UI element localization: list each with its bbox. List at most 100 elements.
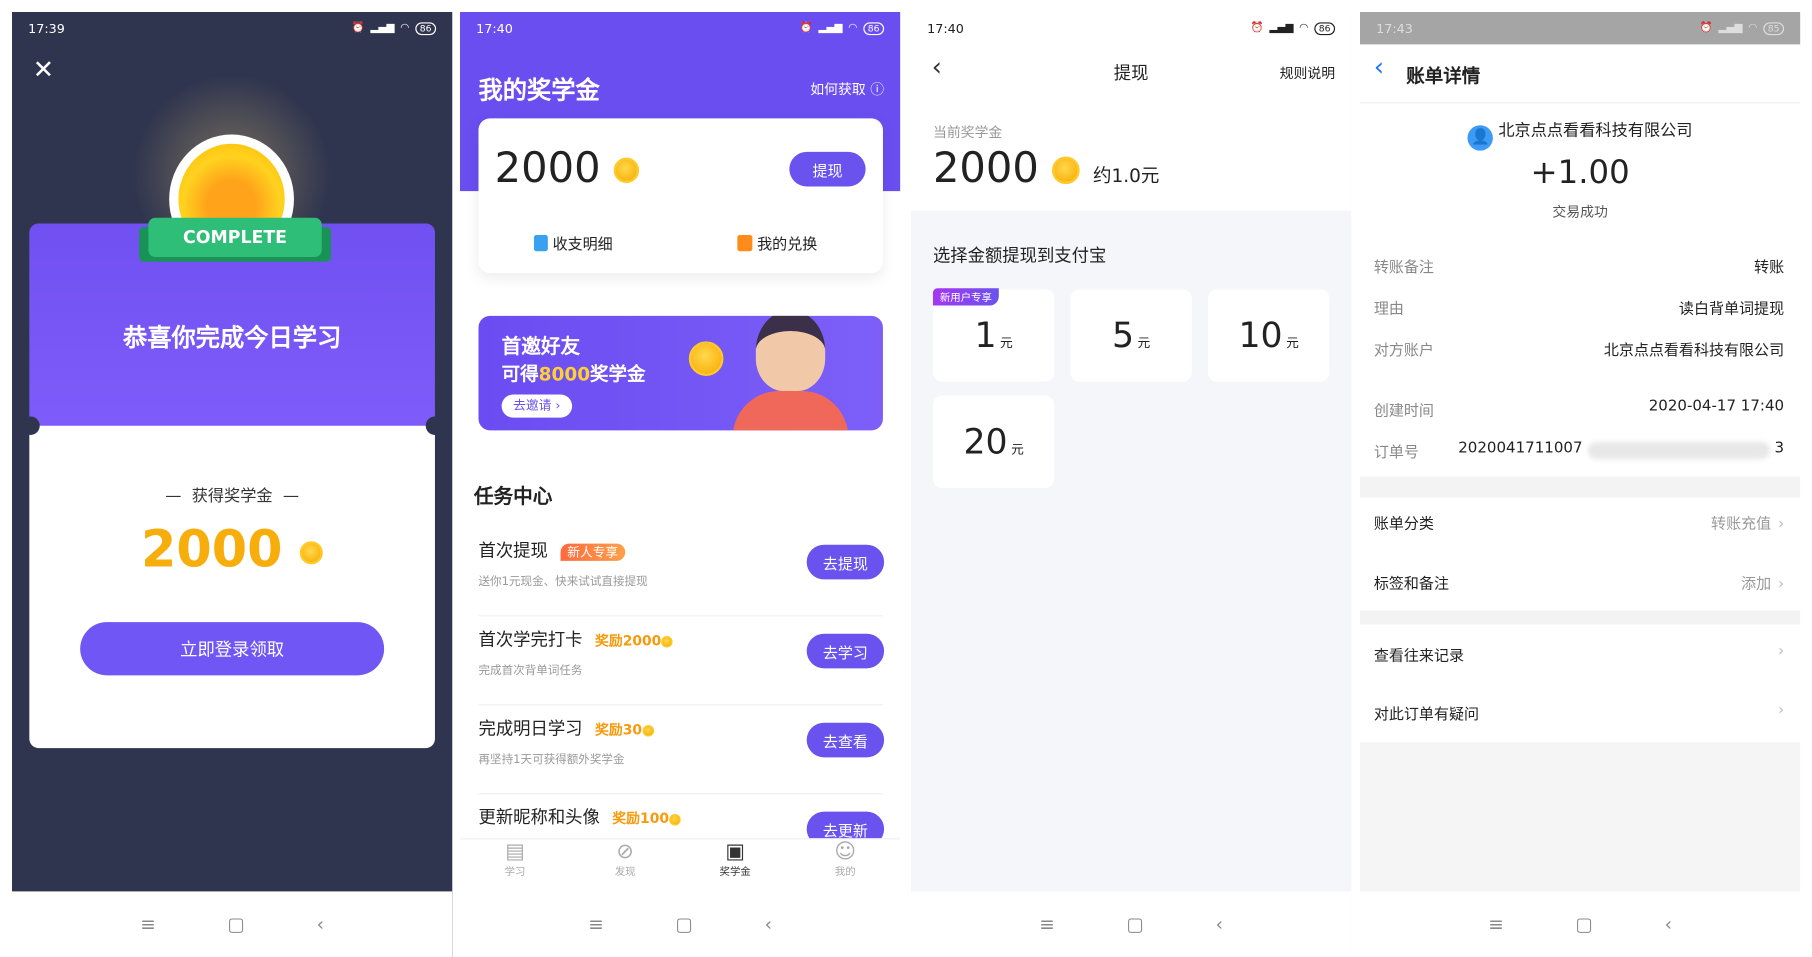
time: 17:40 [927,20,964,36]
alarm-icon: ⏰ [1699,21,1713,34]
home-icon[interactable]: ▢ [675,913,692,935]
invite-button[interactable]: 去邀请 › [501,394,572,418]
history-row[interactable]: 查看往来记录 › [1374,642,1784,664]
task-reward: 奖励2000 [595,632,673,648]
home-icon[interactable]: ▢ [227,913,244,935]
balance: 2000 约1.0元 [932,144,1160,192]
status-bar: 17:40 ⏰ ▂▄▆ ◠ 86 [911,12,1351,44]
home-icon[interactable]: ▢ [1575,913,1592,935]
divider [478,614,883,616]
menu-icon[interactable]: ≡ [1039,913,1054,935]
tab-discover[interactable]: ⊘ 发现 [570,839,680,891]
rules-link[interactable]: 规则说明 [1280,62,1335,82]
login-claim-button[interactable]: 立即登录领取 [79,621,384,675]
menu-icon[interactable]: ≡ [588,913,603,935]
tab-scholarship[interactable]: ▣ 奖学金 [680,839,790,891]
wifi-icon: ◠ [1748,21,1758,34]
coin-icon [613,157,640,183]
banner-line2: 可得8000奖学金 [501,362,646,385]
system-nav-bar: ≡ ▢ ‹ [460,890,901,957]
redacted-blur [1587,441,1770,459]
ledger-icon [533,234,548,251]
divider [478,792,883,794]
header-divider [1360,101,1801,103]
task-title: 完成明日学习 [478,717,583,739]
amount-option[interactable]: 20 元 [932,395,1055,488]
how-to-get-link[interactable]: 如何获取 ⓘ [810,79,884,99]
task-button[interactable]: 去提现 [806,544,885,579]
tab-study[interactable]: ▤ 学习 [460,839,570,891]
signal-icon: ▂▄▆ [369,21,394,34]
coin-icon [299,540,323,564]
calendar-icon: ▤ [505,838,525,864]
panel-bill-detail: 17:43 ⏰ ▂▄▆ ◠ 85 ‹ 账单详情 👤 北京点点看看科技有限公司 +1.0… [1360,11,1801,957]
back-icon[interactable]: ‹ [765,913,772,935]
battery-icon: 86 [414,21,436,35]
help-icon: ⓘ [870,80,885,98]
withdraw-button[interactable]: 提现 [789,151,866,186]
back-icon[interactable]: ‹ [316,913,323,935]
payee: 👤 北京点点看看科技有限公司 [1360,118,1800,151]
character-body [732,390,849,430]
task-title: 首次学完打卡 [478,628,583,650]
detail-row: 理由 读白背单词提现 [1373,300,1785,318]
character-illustration [755,315,826,391]
signal-icon: ▂▄▆ [818,21,843,34]
alarm-icon: ⏰ [799,21,813,34]
coin-icon [688,340,724,376]
amount-option[interactable]: 10 元 [1207,288,1330,382]
tasks-title: 任务中心 [473,485,553,509]
bill-category-row[interactable]: 账单分类 转账充值 › [1374,511,1784,532]
time: 17:43 [1376,20,1413,36]
menu-icon[interactable]: ≡ [1488,913,1503,935]
status-bar: 17:43 ⏰ ▂▄▆ ◠ 85 [1360,11,1801,44]
task-button[interactable]: 去学习 [806,633,885,668]
home-icon[interactable]: ▢ [1126,913,1143,935]
back-icon[interactable]: ‹ [1216,913,1223,935]
banner-line1: 首邀好友 [501,335,581,359]
balance: 2000 [495,144,640,192]
amount: +1.00 [1530,152,1630,191]
task-reward: 奖励30 [595,721,654,737]
profile-icon: ☺ [834,838,857,864]
battery-icon: 85 [1763,21,1785,35]
complete-ribbon: COMPLETE [147,217,322,257]
divider [478,703,883,705]
back-icon[interactable]: ‹ [1665,913,1672,935]
menu-icon[interactable]: ≡ [140,913,155,935]
notch-left [20,415,40,435]
income-detail-link[interactable]: 收支明细 [533,231,613,253]
alarm-icon: ⏰ [1250,21,1264,34]
signal-icon: ▂▄▆ [1269,21,1294,34]
reward-label: — 获得奖学金 — [164,486,299,505]
gift-icon [737,234,753,251]
tab-mine[interactable]: ☺ 我的 [790,839,900,891]
tab-bar: ▤ 学习 ⊘ 发现 ▣ 奖学金 ☺ 我的 [460,837,901,891]
chevron-right-icon: › [1778,642,1785,660]
system-nav-bar: ≡ ▢ ‹ [911,890,1352,957]
wifi-icon: ◠ [848,21,858,34]
reward-card [28,425,435,748]
back-button[interactable]: ‹ [1374,53,1384,82]
panel-withdraw: 17:40 ⏰ ▂▄▆ ◠ 86 ‹ 提现 规则说明 当前奖学金 2000 约1.0元… [911,11,1352,957]
discover-icon: ⊘ [616,838,634,864]
page-title: 我的奖学金 [478,76,600,104]
amount-option[interactable]: 5元 [1070,288,1192,382]
task-title: 更新昵称和头像 [478,806,600,828]
my-exchange-link[interactable]: 我的兑换 [737,231,817,253]
question-row[interactable]: 对此订单有疑问 › [1374,701,1784,723]
complete-label: COMPLETE [182,226,287,248]
close-icon[interactable]: ✕ [32,55,53,84]
page-title: 账单详情 [1406,64,1481,87]
invite-banner[interactable]: 首邀好友 可得8000奖学金 去邀请 › [478,315,883,430]
task-reward: 奖励100 [612,810,681,826]
battery-icon: 86 [863,21,885,35]
current-label: 当前奖学金 [932,123,1003,140]
tags-notes-row[interactable]: 标签和备注 添加 › [1374,571,1784,592]
detail-row: 对方账户 北京点点看看科技有限公司 [1373,342,1785,360]
section-gap [1360,610,1801,624]
coin-icon [642,723,654,736]
task-button[interactable]: 去查看 [806,722,885,757]
coin-icon [669,812,681,825]
coin-icon [661,634,673,647]
